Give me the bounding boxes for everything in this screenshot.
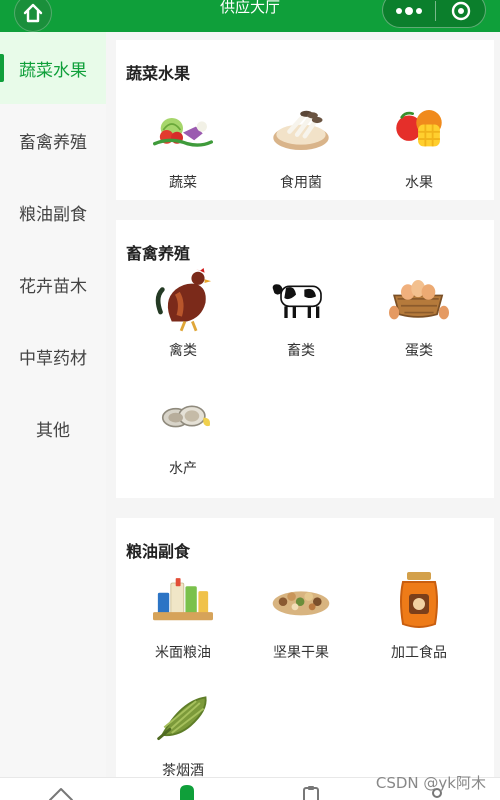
category-nuts[interactable]: 坚果干果 (242, 572, 360, 672)
category-fruit[interactable]: 水果 (360, 102, 478, 202)
vegetables-icon (153, 102, 213, 158)
sidebar-item-label: 其他 (36, 420, 70, 441)
jar-icon (389, 572, 449, 628)
more-dots-icon (394, 6, 424, 16)
nuts-icon (271, 572, 331, 628)
home-tab-icon[interactable] (48, 786, 73, 800)
sidebar-item-label: 蔬菜水果 (19, 60, 87, 81)
section-grain-oil: 粮油副食 米面粮油 坚果干果 加工食品 茶烟酒 (116, 518, 494, 777)
category-label: 食用菌 (280, 175, 322, 191)
section-livestock: 畜禽养殖 禽类 畜类 蛋类 水产 (116, 220, 494, 498)
category-sidebar: 蔬菜水果 畜禽养殖 粮油副食 花卉苗木 中草药材 其他 (0, 32, 106, 777)
category-label: 禽类 (169, 343, 197, 359)
rooster-icon (153, 268, 213, 332)
oyster-icon (153, 388, 213, 444)
category-label: 加工食品 (391, 645, 447, 661)
more-button[interactable] (393, 1, 425, 21)
category-label: 水果 (405, 175, 433, 191)
section-title: 粮油副食 (126, 542, 191, 561)
close-button[interactable] (449, 0, 473, 23)
category-poultry[interactable]: 禽类 (124, 268, 242, 370)
sidebar-item-livestock[interactable]: 畜禽养殖 (0, 104, 106, 176)
fruit-icon (389, 102, 449, 158)
category-aquatic[interactable]: 水产 (124, 388, 242, 488)
top-bar: 供应大厅 (0, 0, 500, 32)
category-label: 米面粮油 (155, 645, 211, 661)
category-processed-food[interactable]: 加工食品 (360, 572, 478, 672)
tea-icon (153, 690, 213, 746)
order-tab-icon[interactable] (300, 786, 324, 800)
sidebar-item-vegetables-fruits[interactable]: 蔬菜水果 (0, 32, 106, 104)
section-title: 畜禽养殖 (126, 244, 191, 263)
category-content: 蔬菜水果 蔬菜 食用菌 水果 畜禽养殖 禽类 畜类 蛋类 水产 粮油副食 米面粮… (106, 32, 500, 777)
menu-capsule (382, 0, 486, 28)
category-label: 蛋类 (405, 343, 433, 359)
category-livestock[interactable]: 畜类 (242, 270, 360, 370)
sidebar-item-label: 中草药材 (19, 348, 87, 369)
grain-oil-icon (153, 572, 213, 628)
sidebar-item-flowers-trees[interactable]: 花卉苗木 (0, 248, 106, 320)
category-label: 水产 (169, 461, 197, 477)
eggs-icon (389, 270, 449, 326)
sidebar-item-label: 粮油副食 (19, 204, 87, 225)
section-vegetables-fruits: 蔬菜水果 蔬菜 食用菌 水果 (116, 40, 494, 200)
sidebar-item-label: 花卉苗木 (19, 276, 87, 297)
category-tea[interactable]: 茶烟酒 (124, 690, 242, 777)
sidebar-item-herbs[interactable]: 中草药材 (0, 320, 106, 392)
target-close-icon (450, 0, 472, 22)
section-title: 蔬菜水果 (126, 64, 191, 83)
category-mushroom[interactable]: 食用菌 (242, 102, 360, 202)
category-label: 茶烟酒 (162, 763, 204, 777)
category-vegetables[interactable]: 蔬菜 (124, 102, 242, 202)
category-grain-oil[interactable]: 米面粮油 (124, 572, 242, 672)
category-label: 坚果干果 (273, 645, 329, 661)
sidebar-item-label: 畜禽养殖 (19, 132, 87, 153)
sidebar-item-grain-oil[interactable]: 粮油副食 (0, 176, 106, 248)
mushroom-icon (271, 102, 331, 158)
category-eggs[interactable]: 蛋类 (360, 270, 478, 370)
cow-icon (271, 270, 331, 326)
category-label: 畜类 (287, 343, 315, 359)
sidebar-item-other[interactable]: 其他 (0, 392, 106, 464)
watermark: CSDN @yk阿木 (375, 774, 486, 792)
supply-tab-icon[interactable] (174, 783, 198, 800)
category-label: 蔬菜 (169, 175, 197, 191)
capsule-divider (435, 1, 436, 21)
